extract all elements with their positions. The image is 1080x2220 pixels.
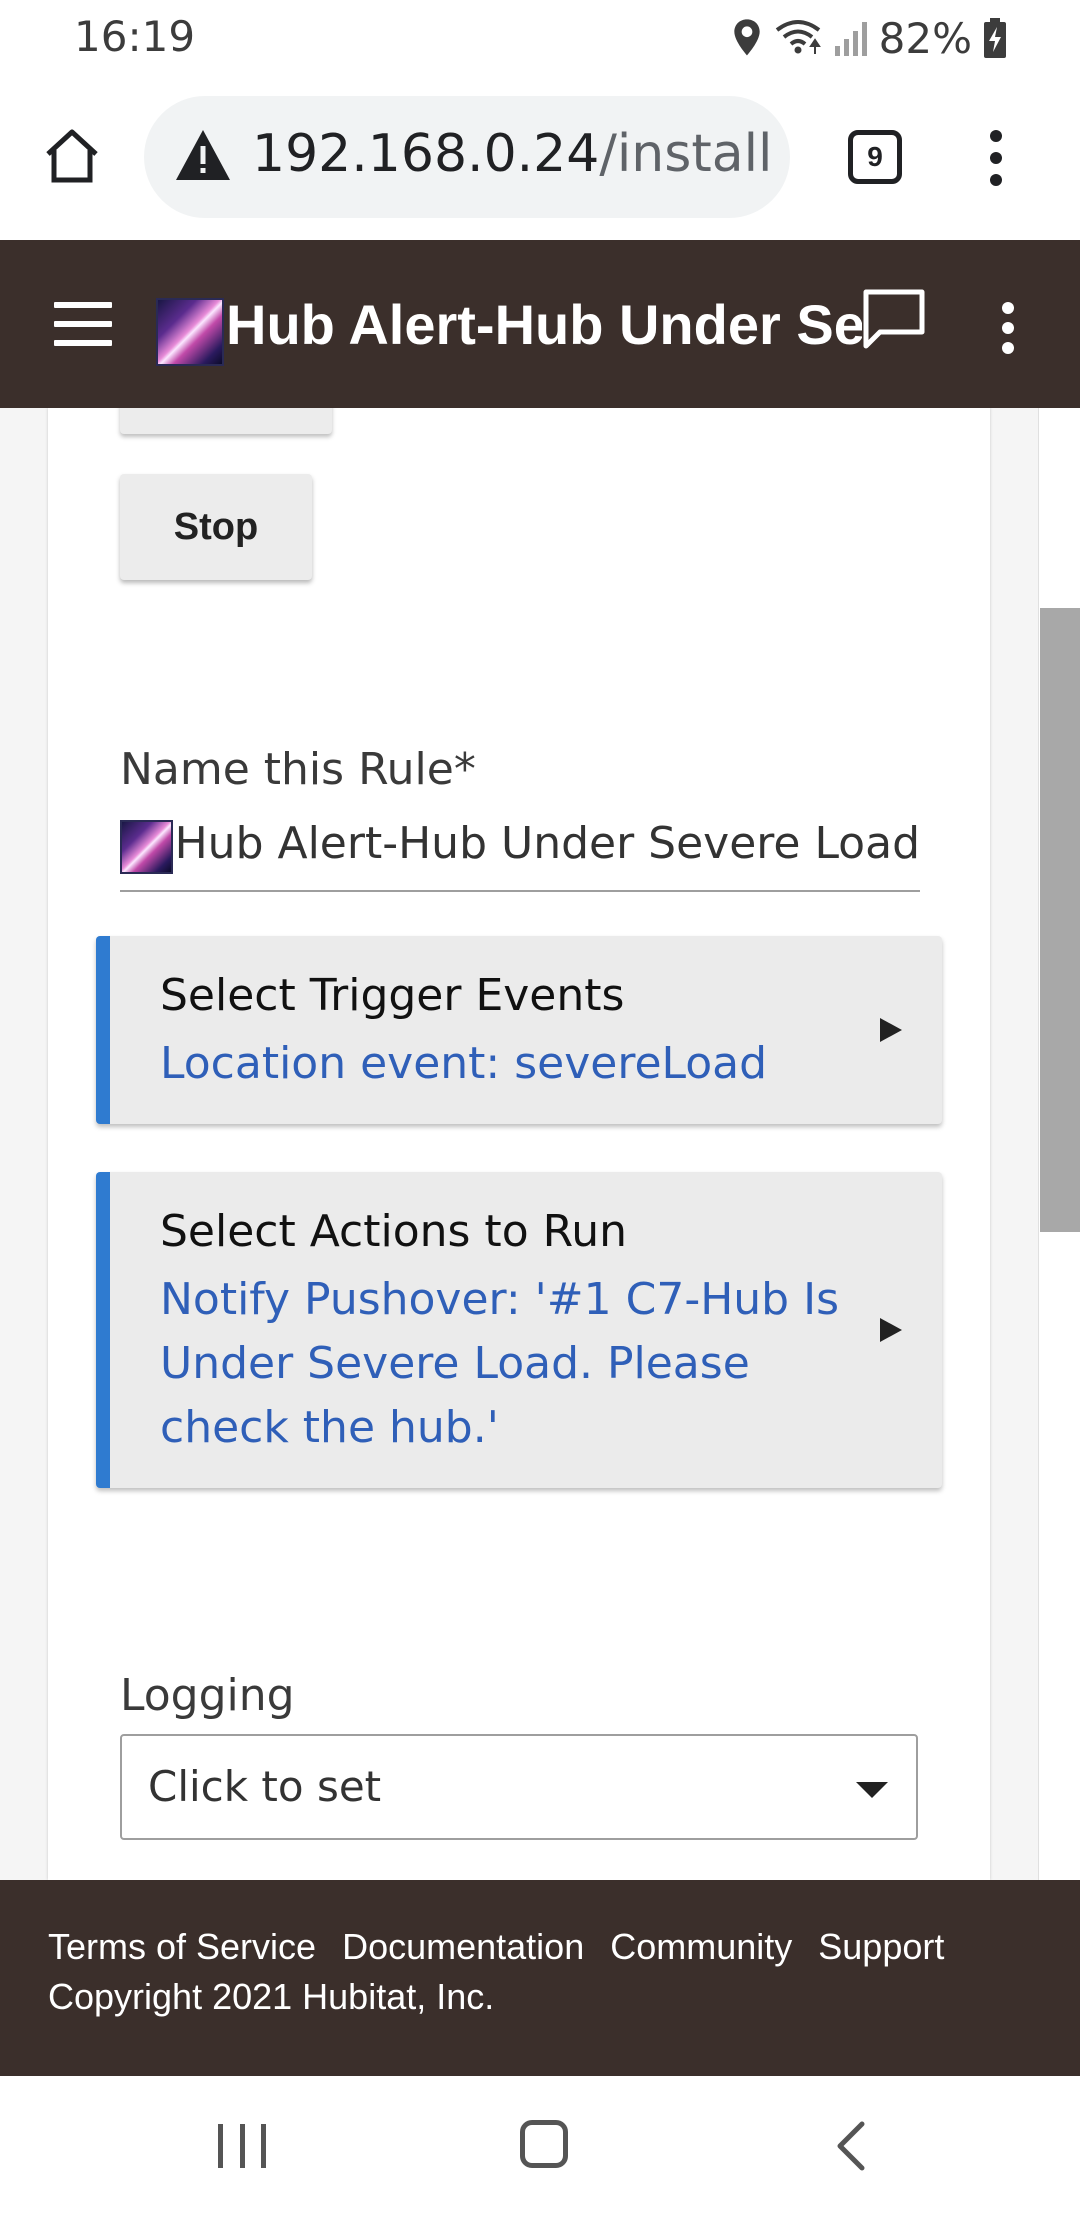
footer-links: Terms of Service Documentation Community… <box>48 1926 944 1968</box>
more-vert-icon[interactable] <box>976 128 1016 188</box>
stop-button[interactable]: Stop <box>120 474 312 580</box>
wifi-icon <box>775 20 821 54</box>
nav-home-icon[interactable] <box>520 2120 568 2168</box>
location-icon <box>733 19 760 56</box>
not-secure-warning-icon[interactable] <box>174 128 232 182</box>
header-more-vert-icon[interactable] <box>994 300 1022 356</box>
battery-percent: 82% <box>878 13 972 63</box>
dropdown-caret-icon <box>856 1782 888 1798</box>
trigger-summary: Location event: severeLoad <box>160 1038 768 1089</box>
url-text[interactable]: 192.168.0.24/installed <box>252 124 772 184</box>
content-area: Stop Name this Rule* Hub Alert-Hub Under… <box>0 408 1080 1880</box>
rule-name-input[interactable]: Hub Alert-Hub Under Severe Load <box>120 812 920 892</box>
home-button[interactable] <box>36 120 108 192</box>
home-icon <box>46 129 98 183</box>
tab-count: 9 <box>867 141 883 172</box>
url-host: 192.168.0.24 <box>252 124 600 184</box>
browser-toolbar: 192.168.0.24/installed 9 <box>0 76 1080 240</box>
scrolled-button[interactable] <box>120 408 332 434</box>
select-trigger-events-button[interactable]: Select Trigger Events Location event: se… <box>96 936 942 1124</box>
system-nav-bar <box>0 2076 1080 2220</box>
screen: 16:19 82% 192.168.0.24/install 9 Hub Ale… <box>0 0 1080 2220</box>
menu-icon[interactable] <box>54 302 112 346</box>
page-title: Hub Alert-Hub Under Severe Load <box>226 293 862 356</box>
select-actions-button[interactable]: Select Actions to Run Notify Pushover: '… <box>96 1172 942 1488</box>
logging-label: Logging <box>120 1670 295 1721</box>
back-icon[interactable] <box>826 2120 876 2172</box>
url-path: /installed <box>599 124 772 184</box>
galaxy-app-icon <box>156 298 224 366</box>
logging-select-value: Click to set <box>148 1762 382 1811</box>
terms-link[interactable]: Terms of Service <box>48 1926 316 1968</box>
status-time: 16:19 <box>74 12 196 61</box>
community-link[interactable]: Community <box>610 1926 792 1968</box>
arrow-right-icon <box>880 1318 902 1342</box>
tabs-button[interactable]: 9 <box>848 130 902 184</box>
support-link[interactable]: Support <box>818 1926 944 1968</box>
documentation-link[interactable]: Documentation <box>342 1926 584 1968</box>
status-icons: 82% <box>731 12 1008 64</box>
battery-charging-icon <box>984 18 1006 58</box>
logging-select[interactable]: Click to set <box>120 1734 918 1840</box>
copyright: Copyright 2021 Hubitat, Inc. <box>48 1976 495 2017</box>
chat-icon[interactable] <box>862 288 926 352</box>
rule-name-label: Name this Rule* <box>120 744 476 795</box>
rule-card: Stop Name this Rule* Hub Alert-Hub Under… <box>48 408 990 1880</box>
arrow-right-icon <box>880 1018 902 1042</box>
actions-summary: Notify Pushover: '#1 C7-Hub Is Under Sev… <box>160 1274 839 1453</box>
galaxy-app-icon <box>120 820 173 874</box>
rule-name-value: Hub Alert-Hub Under Severe Load <box>174 818 920 869</box>
scrollbar-thumb[interactable] <box>1040 608 1080 1232</box>
actions-title: Select Actions to Run <box>160 1206 627 1257</box>
app-header: Hub Alert-Hub Under Severe Load <box>0 240 1080 408</box>
footer: Terms of Service Documentation Community… <box>0 1880 1080 2076</box>
recent-apps-icon[interactable] <box>218 2124 266 2168</box>
address-bar[interactable]: 192.168.0.24/installed <box>144 96 790 218</box>
signal-icon <box>834 22 867 56</box>
status-bar: 16:19 82% <box>0 0 1080 76</box>
trigger-title: Select Trigger Events <box>160 970 625 1021</box>
